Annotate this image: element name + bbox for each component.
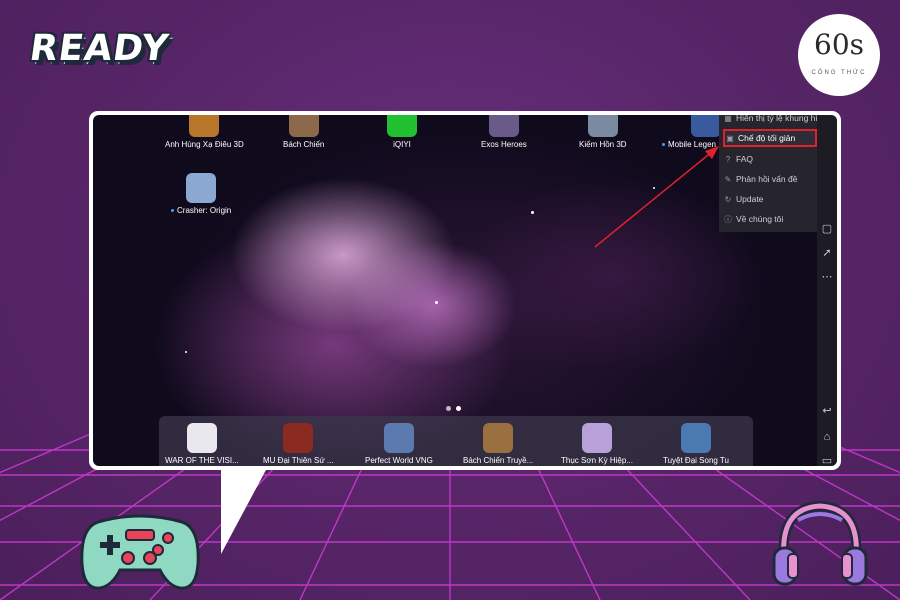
logo-text: 60s [814, 28, 864, 61]
ready-badge: READY [27, 28, 172, 69]
brand-logo: 60s CÔNG THỨC [798, 14, 880, 96]
headphones-icon [772, 500, 868, 586]
gamepad-icon [80, 514, 200, 590]
screenshot-frame: Anh Hùng Xạ Điêu 3D Bách Chiến iQIYI Exo… [89, 111, 841, 470]
speech-bubble-tail [221, 468, 267, 554]
emulator-screen: Anh Hùng Xạ Điêu 3D Bách Chiến iQIYI Exo… [93, 115, 837, 466]
logo-subtext: CÔNG THỨC [811, 70, 867, 76]
pointer-arrow [594, 146, 719, 248]
